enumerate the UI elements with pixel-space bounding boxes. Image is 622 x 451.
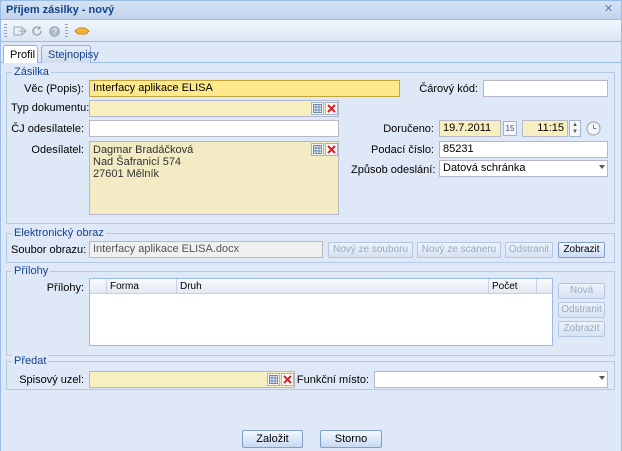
vec-label: Věc (Popis): [24, 83, 84, 95]
handshake-icon[interactable] [72, 22, 92, 40]
zpusob-odeslani-value: Datová schránka [443, 162, 526, 174]
spisovy-uzel-input[interactable] [89, 371, 295, 388]
export-icon[interactable] [11, 22, 29, 40]
toolbar-separator [65, 24, 68, 38]
toolbar: ? [1, 20, 621, 42]
odesilatel-label: Odesílatel: [31, 144, 84, 156]
vec-input[interactable]: Interfacy aplikace ELISA [89, 80, 400, 97]
prilohy-label: Přílohy: [46, 282, 84, 294]
grid-header: Forma Druh Počet [90, 279, 552, 294]
odesilatel-line: Nad Šafranicí 574 [93, 156, 182, 168]
svg-text:?: ? [51, 27, 56, 37]
typ-dokumentu-label: Typ dokumentu: [11, 102, 90, 114]
tab-stejnopisy[interactable]: Stejnopisy [41, 45, 99, 64]
odstranit-priloha-button[interactable]: Odstranit [558, 302, 605, 318]
close-icon[interactable]: ✕ [602, 3, 615, 16]
column-pocet[interactable]: Počet [492, 281, 518, 292]
odstranit-obraz-button[interactable]: Odstranit [505, 242, 553, 258]
podaci-cislo-label: Podací číslo: [371, 144, 434, 156]
spisovy-uzel-label: Spisový uzel: [19, 374, 84, 386]
zasilka-legend: Zásilka [12, 66, 51, 78]
lookup-icon[interactable] [267, 373, 280, 386]
soubor-obrazu-label: Soubor obrazu: [11, 244, 87, 256]
calendar-icon[interactable]: 15 [503, 121, 517, 136]
title-bar: Příjem zásilky - nový ✕ [1, 1, 621, 20]
zpusob-odeslani-label: Způsob odeslání: [351, 164, 436, 176]
novy-ze-scaneru-button[interactable]: Nový ze scaneru [417, 242, 501, 258]
storno-button[interactable]: Storno [320, 430, 382, 448]
chevron-down-icon [599, 165, 605, 169]
grid-column-separator [488, 279, 489, 294]
odesilatel-line: Dagmar Bradáčková [93, 144, 194, 156]
doruceno-label: Doručeno: [383, 123, 434, 135]
prilohy-grid[interactable]: Forma Druh Počet [89, 278, 553, 346]
nova-priloha-button[interactable]: Nová [558, 283, 605, 299]
prilohy-legend: Přílohy [12, 265, 51, 277]
carovy-kod-label: Čárový kód: [419, 83, 478, 95]
carovy-kod-input[interactable] [483, 80, 608, 97]
dialog-window: Příjem zásilky - nový ✕ ? Profil Stejnop… [0, 0, 622, 451]
column-druh[interactable]: Druh [180, 281, 202, 292]
podaci-cislo-input[interactable]: 85231 [439, 141, 608, 158]
novy-ze-souboru-button[interactable]: Nový ze souboru [328, 242, 413, 258]
profil-panel: Zásilka Věc (Popis): Interfacy aplikace … [1, 63, 621, 397]
chevron-down-icon [599, 376, 605, 380]
lookup-icon[interactable] [311, 143, 324, 156]
toolbar-grip [4, 24, 7, 38]
time-spinner[interactable]: ▲ ▼ [569, 120, 581, 137]
odesilatel-line: 27601 Mělník [93, 168, 160, 180]
clear-icon[interactable] [325, 143, 338, 156]
typ-dokumentu-input[interactable] [89, 100, 339, 117]
soubor-obrazu-input[interactable]: Interfacy aplikace ELISA.docx [89, 241, 323, 258]
grid-column-separator [106, 279, 107, 294]
zobrazit-priloha-button[interactable]: Zobrazit [558, 321, 605, 337]
doruceno-time-input[interactable]: 11:15 [522, 120, 568, 137]
odesilatel-textarea[interactable]: Dagmar Bradáčková Nad Šafranicí 574 2760… [89, 141, 339, 215]
tab-strip: Profil Stejnopisy [1, 43, 621, 65]
elektronicky-obraz-legend: Elektronický obraz [12, 227, 106, 239]
refresh-icon[interactable] [28, 22, 46, 40]
grid-column-separator [536, 279, 537, 294]
help-icon[interactable]: ? [45, 22, 63, 40]
clear-icon[interactable] [325, 102, 338, 115]
lookup-icon[interactable] [311, 102, 324, 115]
clock-icon[interactable] [586, 121, 601, 139]
footer-bar: Založit Storno [1, 397, 621, 451]
zobrazit-obraz-button[interactable]: Zobrazit [558, 242, 605, 258]
predat-legend: Předat [12, 355, 49, 367]
tab-profil[interactable]: Profil [3, 45, 38, 65]
cj-odesilatele-label: ČJ odesílatele: [11, 123, 84, 135]
funkcni-misto-label: Funkční místo: [296, 374, 369, 386]
clear-icon[interactable] [281, 373, 294, 386]
zalozit-button[interactable]: Založit [242, 430, 303, 448]
window-title: Příjem zásilky - nový [6, 4, 115, 16]
doruceno-date-input[interactable]: 19.7.2011 [439, 120, 501, 137]
calendar-day: 15 [505, 124, 515, 133]
cj-odesilatele-input[interactable] [89, 120, 339, 137]
funkcni-misto-select[interactable] [374, 371, 608, 388]
zpusob-odeslani-select[interactable]: Datová schránka [439, 160, 608, 177]
column-forma[interactable]: Forma [110, 281, 139, 292]
grid-column-separator [176, 279, 177, 294]
